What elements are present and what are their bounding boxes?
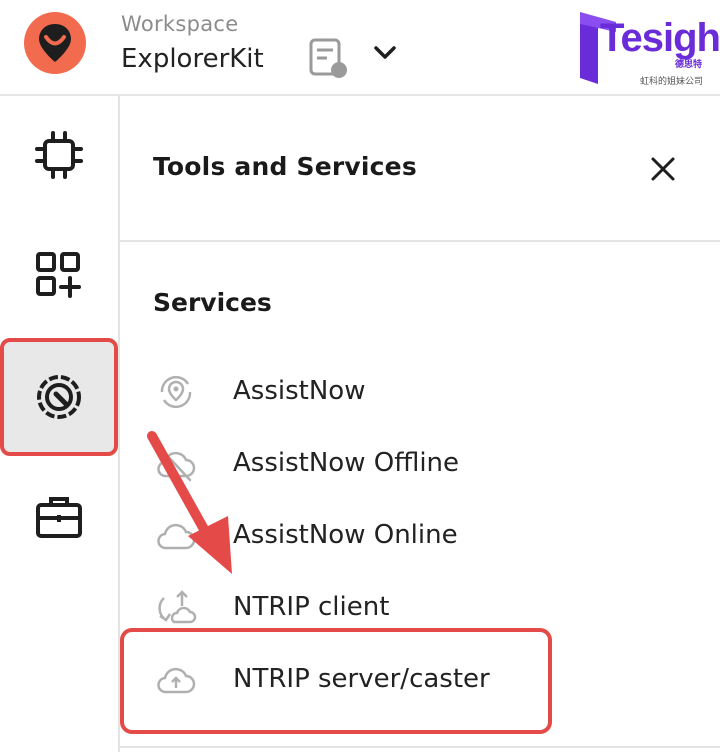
briefcase-icon (36, 497, 82, 538)
rail-item-device[interactable] (2, 100, 116, 210)
tools-services-icon (37, 375, 81, 419)
service-item-assistnow-offline[interactable]: AssistNow Offline (140, 434, 700, 494)
brand-subtitle: 虹科的姐妹公司 (640, 77, 704, 87)
service-label: NTRIP client (233, 592, 390, 622)
ntrip-client-icon (158, 590, 197, 624)
workspace-label: Workspace (121, 12, 239, 36)
service-label: AssistNow (233, 376, 366, 406)
service-label: NTRIP server/caster (233, 664, 490, 694)
cloud-offline-icon (157, 448, 196, 482)
rail-item-toolbox[interactable] (2, 462, 116, 572)
cloud-icon (157, 523, 196, 550)
rail-item-apps[interactable] (2, 220, 116, 330)
location-sync-icon (160, 375, 192, 409)
apps-add-icon (36, 252, 81, 298)
chevron-down-icon[interactable] (370, 40, 400, 66)
service-label: AssistNow Online (233, 520, 458, 550)
panel-title: Tools and Services (153, 152, 417, 181)
panel-divider (120, 240, 720, 242)
brand-name: Tesight (600, 16, 720, 60)
top-header: Workspace ExplorerKit Tesight 德思特 虹科的姐妹公… (0, 0, 720, 96)
workspace-name[interactable]: ExplorerKit (121, 44, 264, 74)
service-item-ntrip-client[interactable]: NTRIP client (140, 578, 700, 638)
rail-item-tools-services[interactable] (2, 342, 116, 452)
service-item-assistnow[interactable]: AssistNow (140, 362, 700, 422)
services-heading: Services (153, 288, 272, 317)
panel-bottom-divider (120, 746, 720, 748)
cloud-upload-icon (157, 667, 196, 694)
service-item-assistnow-online[interactable]: AssistNow Online (140, 506, 700, 566)
document-settings-icon[interactable] (305, 36, 353, 84)
brand-cn: 德思特 (675, 60, 703, 70)
app-logo-icon (24, 12, 86, 74)
service-label: AssistNow Offline (233, 448, 460, 478)
close-icon[interactable] (646, 152, 680, 186)
chip-icon (35, 131, 83, 179)
service-item-ntrip-server-caster[interactable]: NTRIP server/caster (140, 650, 700, 710)
left-rail (0, 96, 120, 752)
